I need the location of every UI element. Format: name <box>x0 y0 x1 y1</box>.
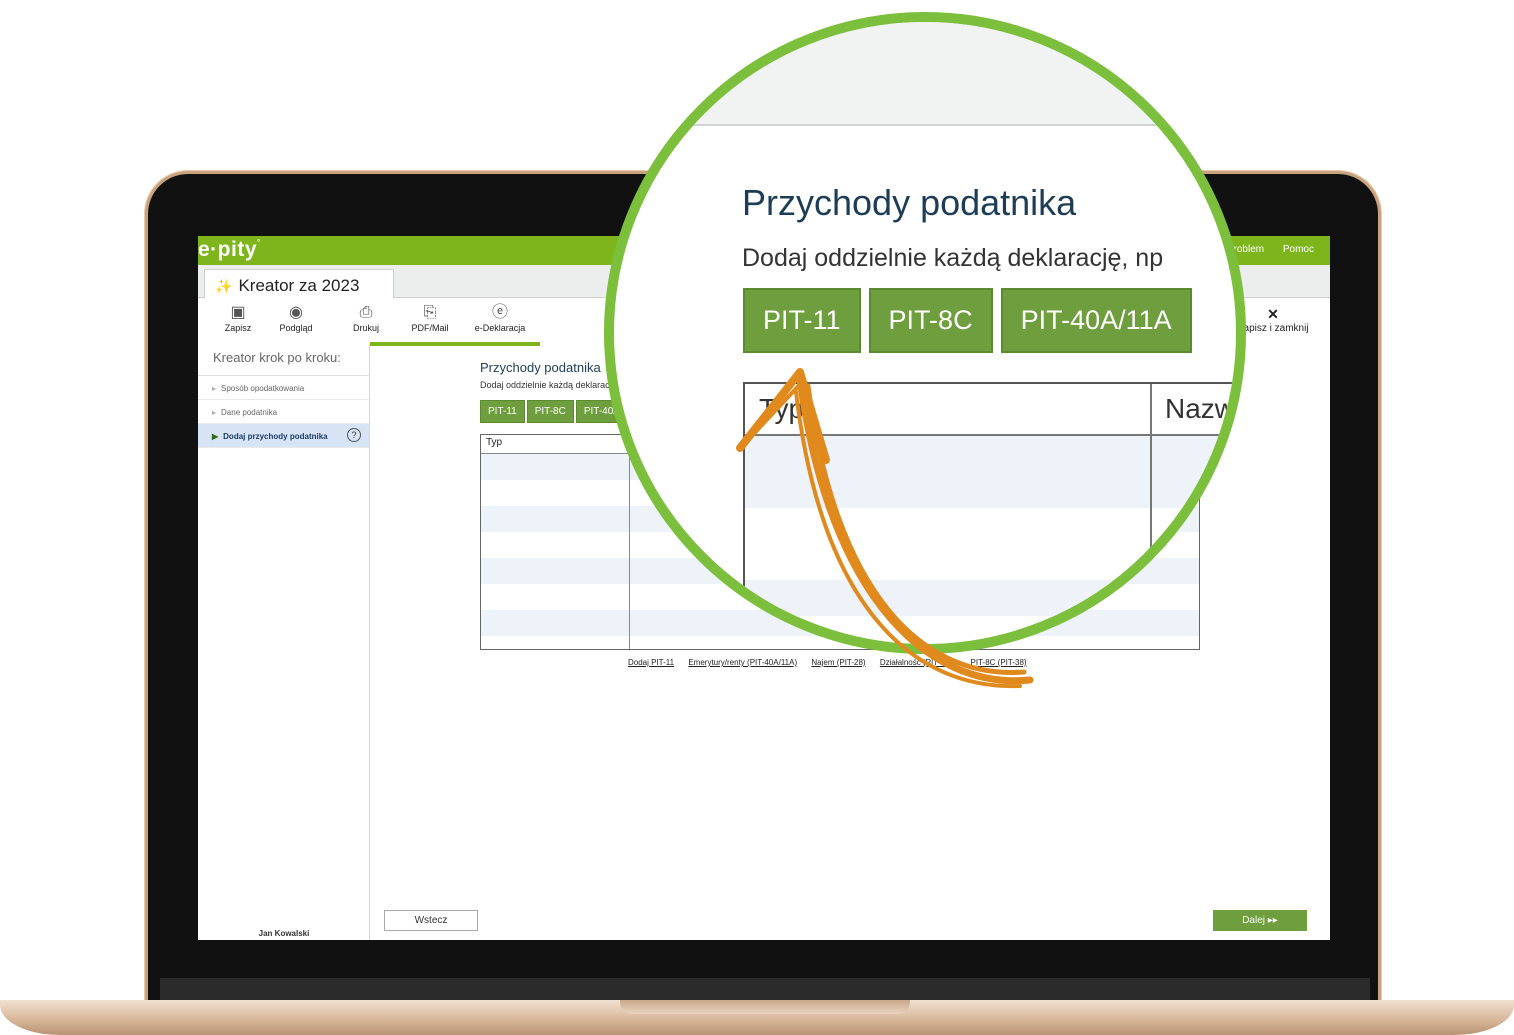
promo-stage: e·pity° Zgłoś problem Pomoc ✨Kreator za … <box>0 0 1514 1035</box>
highlight-arrow-icon <box>736 368 1034 689</box>
